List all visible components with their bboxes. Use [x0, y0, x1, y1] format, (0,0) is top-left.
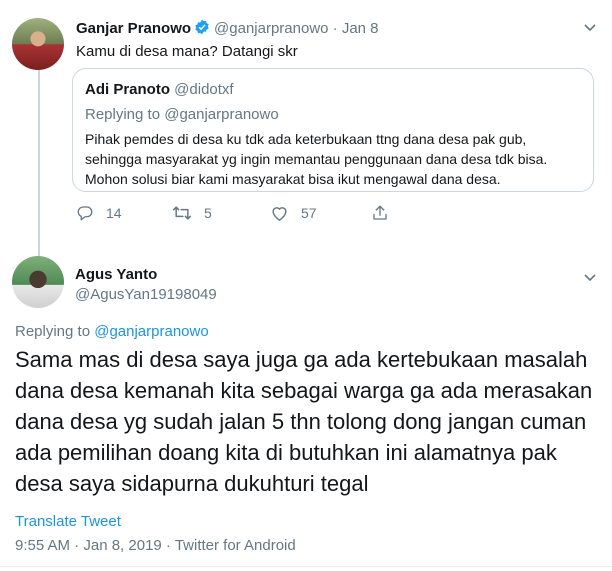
chevron-down-icon[interactable] [583, 20, 597, 38]
display-name[interactable]: Agus Yanto [75, 266, 157, 283]
handle[interactable]: @ganjarpranowo [214, 20, 328, 37]
replying-prefix: Replying to [85, 106, 165, 123]
avatar[interactable] [12, 18, 64, 70]
tweet-date[interactable]: · Jan 8 [333, 20, 379, 37]
share-icon [371, 204, 389, 222]
verified-icon [194, 19, 210, 39]
replying-to-handle[interactable]: @ganjarpranowo [94, 323, 208, 340]
tweet-timestamp[interactable]: 9:55 AM · Jan 8, 2019 · Twitter for Andr… [15, 537, 296, 554]
replying-to: Replying to @ganjarpranowo [15, 323, 209, 340]
like-count: 57 [301, 205, 317, 221]
like-button[interactable]: 57 [270, 204, 317, 222]
tweet-text: Sama mas di desa saya juga ga ada kerteb… [15, 347, 593, 496]
tweet-header: Ganjar Pranowo @ganjarpranowo · Jan 8 [76, 19, 379, 39]
like-icon [270, 204, 289, 222]
divider [0, 566, 612, 567]
thread-connector-line [38, 62, 40, 258]
handle[interactable]: @AgusYan19198049 [75, 286, 217, 303]
chevron-down-icon[interactable] [583, 270, 597, 288]
reply-icon [76, 204, 94, 222]
translate-tweet-link[interactable]: Translate Tweet [15, 513, 121, 530]
avatar[interactable] [12, 256, 64, 308]
tweet-text: Kamu di desa mana? Datangi skr [76, 43, 298, 60]
quoted-display-name: Adi Pranoto [85, 81, 170, 98]
quoted-replying-to: Replying to @ganjarpranowo [85, 106, 279, 123]
replying-prefix: Replying to [15, 323, 95, 340]
display-name[interactable]: Ganjar Pranowo [76, 20, 191, 37]
share-button[interactable] [371, 204, 389, 222]
retweet-button[interactable]: 5 [172, 204, 212, 222]
retweet-count: 5 [204, 205, 212, 221]
quoted-handle: @didotxf [174, 81, 234, 98]
reply-button[interactable]: 14 [76, 204, 122, 222]
reply-count: 14 [106, 205, 122, 221]
replying-to-handle: @ganjarpranowo [164, 106, 279, 123]
retweet-icon [172, 204, 192, 222]
quoted-text: Pihak pemdes di desa ku tdk ada keterbuk… [85, 131, 548, 187]
quoted-tweet[interactable]: Adi Pranoto @didotxf Replying to @ganjar… [72, 68, 594, 192]
